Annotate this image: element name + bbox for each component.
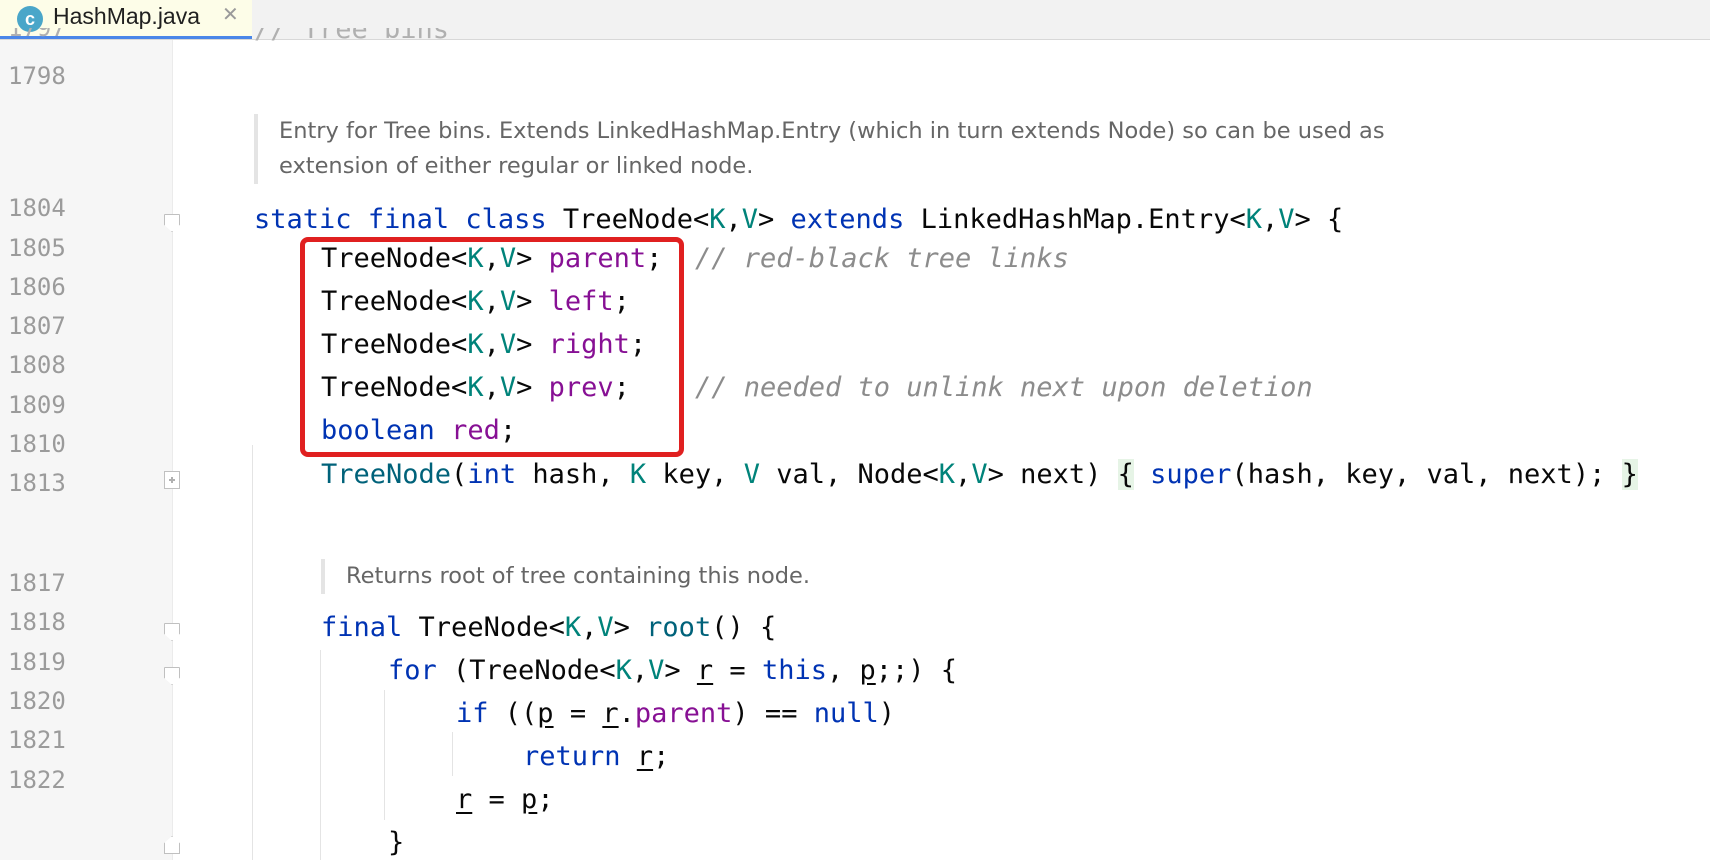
- line-number: 1818: [8, 608, 66, 636]
- line-number: 1798: [8, 62, 66, 90]
- line-number: 1820: [8, 687, 66, 715]
- indent-guide: [320, 650, 321, 860]
- line-number: 1819: [8, 648, 66, 676]
- arguments: hash, key, val, next: [1247, 459, 1573, 490]
- line-number: 1807: [8, 312, 66, 340]
- code-line: TreeNode(int hash, K key, V val, Node<K,…: [321, 459, 1638, 490]
- code-line: final TreeNode<K,V> root() {: [321, 612, 777, 643]
- line-number: 1806: [8, 273, 66, 301]
- keyword: final: [321, 612, 403, 643]
- indent-guide: [384, 690, 385, 820]
- line-number: 1813: [8, 469, 66, 497]
- line-number: 1808: [8, 351, 66, 379]
- keyword: return: [523, 741, 621, 772]
- keyword: static: [254, 204, 352, 235]
- fold-expand-icon[interactable]: [164, 471, 180, 489]
- keyword: for: [388, 655, 437, 686]
- doc-line: extension of either regular or linked no…: [279, 153, 754, 179]
- line-number: 1805: [8, 234, 66, 262]
- keyword: this: [761, 655, 827, 686]
- type-param: V: [741, 204, 759, 235]
- javadoc-rendered: Entry for Tree bins. Extends LinkedHashM…: [254, 114, 1385, 184]
- method-name: TreeNode: [321, 459, 452, 490]
- doc-line: Entry for Tree bins. Extends LinkedHashM…: [279, 118, 1385, 144]
- type-param: K: [1245, 204, 1262, 235]
- line-number: 1810: [8, 430, 66, 458]
- keyword: if: [456, 698, 489, 729]
- keyword: class: [465, 204, 547, 235]
- brace: {: [1327, 204, 1344, 235]
- type-param: V: [1278, 204, 1295, 235]
- class-name: TreeNode: [562, 204, 693, 235]
- code-line: if ((p = r.parent) == null): [456, 698, 895, 729]
- line-number: 1809: [8, 391, 66, 419]
- line-number: 1804: [8, 194, 66, 222]
- highlight-box: [300, 237, 684, 457]
- doc-line: Returns root of tree containing this nod…: [346, 563, 811, 589]
- keyword: super: [1150, 459, 1232, 490]
- indent-guide: [452, 732, 453, 776]
- type-name: TreeNode: [418, 612, 549, 643]
- code-line: }: [388, 827, 405, 858]
- javadoc-rendered: Returns root of tree containing this nod…: [321, 559, 810, 594]
- keyword: extends: [790, 204, 905, 235]
- keyword: final: [367, 204, 450, 235]
- type-param: K: [709, 204, 726, 235]
- method-name: root: [646, 612, 712, 643]
- close-icon[interactable]: ✕: [222, 2, 239, 26]
- keyword: null: [813, 698, 879, 729]
- line-number: 1822: [8, 766, 66, 794]
- gutter-separator: [172, 40, 173, 860]
- comment: // needed to unlink next upon deletion: [694, 372, 1313, 403]
- line-number: 1821: [8, 726, 66, 754]
- code-line: for (TreeNode<K,V> r = this, p;;) {: [388, 655, 958, 686]
- comment: // red-black tree links: [694, 243, 1069, 274]
- tab-title: HashMap.java: [53, 3, 201, 29]
- keyword: int: [467, 459, 517, 490]
- code-line: return r;: [523, 741, 670, 772]
- indent-guide: [252, 445, 253, 860]
- field-name: parent: [634, 698, 733, 729]
- code-line: static final class TreeNode<K,V> extends…: [254, 204, 1344, 235]
- line-number: 1817: [8, 569, 66, 597]
- code-line: r = p;: [456, 784, 554, 815]
- superclass-name: LinkedHashMap.Entry: [920, 204, 1230, 235]
